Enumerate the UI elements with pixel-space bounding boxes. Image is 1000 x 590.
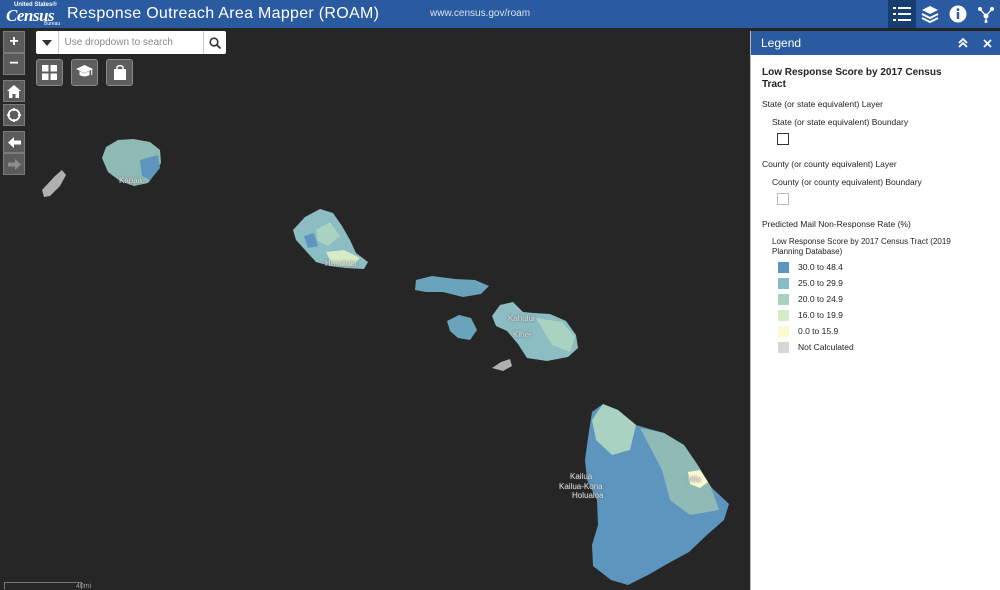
close-icon <box>982 38 992 48</box>
share-icon <box>978 7 994 23</box>
legend-class-label: 16.0 to 19.9 <box>798 310 843 320</box>
legend-class-item: Not Calculated <box>778 341 991 353</box>
legend-class-label: 30.0 to 48.4 <box>798 262 843 272</box>
legend-class-item: 30.0 to 48.4 <box>778 261 991 273</box>
legend-class-item: 0.0 to 15.9 <box>778 325 991 337</box>
shopping-bag-icon <box>113 65 126 80</box>
layers-button[interactable] <box>916 0 944 28</box>
grid-icon <box>42 65 57 80</box>
locate-icon <box>7 108 21 122</box>
label-kahului: Kahului <box>508 314 535 323</box>
label-holualoa: Holualoa <box>572 491 604 500</box>
chevron-down-icon <box>41 39 52 46</box>
legend-class-item: 16.0 to 19.9 <box>778 309 991 321</box>
state-boundary-swatch <box>777 133 789 145</box>
app-url[interactable]: www.census.gov/roam <box>430 8 530 19</box>
legend-panel: Legend Low Response Score by 2017 Census… <box>750 31 1000 590</box>
arrow-left-icon <box>7 136 21 148</box>
legend-layer-county: County (or county equivalent) Layer <box>762 159 897 169</box>
search-icon <box>209 36 222 49</box>
legend-collapse-button[interactable] <box>955 35 971 51</box>
niihau-island <box>42 170 66 197</box>
scale-bar <box>4 582 82 589</box>
legend-class-swatch <box>778 325 789 337</box>
legend-class-item: 20.0 to 24.9 <box>778 293 991 305</box>
shopping-bag-tool-button[interactable] <box>106 59 133 86</box>
molokai-island <box>415 276 489 297</box>
layers-icon <box>921 6 939 23</box>
home-button[interactable] <box>3 80 25 102</box>
scale-bar-label: 40mi <box>76 583 92 590</box>
app-title: Response Outreach Area Mapper (ROAM) <box>67 5 380 22</box>
legend-class-item: 25.0 to 29.9 <box>778 277 991 289</box>
zoom-in-button[interactable]: + <box>3 31 25 53</box>
legend-class-label: 20.0 to 24.9 <box>798 294 843 304</box>
legend-class-swatch <box>778 261 789 273</box>
legend-item-state-boundary: State (or state equivalent) Boundary <box>772 117 909 127</box>
hawaii-map <box>42 139 729 585</box>
legend-title: Low Response Score by 2017 Census Tract <box>762 67 942 90</box>
next-extent-button[interactable] <box>3 153 25 175</box>
home-icon <box>7 84 21 98</box>
census-logo[interactable]: United States® Census Bureau <box>4 1 60 27</box>
search-dropdown-button[interactable] <box>36 31 59 54</box>
share-button[interactable] <box>972 0 1000 28</box>
legend-list-button[interactable] <box>888 0 916 28</box>
legend-class-label: Not Calculated <box>798 342 854 352</box>
legend-class-swatch <box>778 309 789 321</box>
kahoolawe-island <box>492 359 512 371</box>
legend-class-list: 30.0 to 48.4 25.0 to 29.9 20.0 to 24.9 16.0… <box>762 261 991 353</box>
label-kailua: Kailua <box>570 472 593 481</box>
legend-class-swatch <box>778 277 789 289</box>
legend-class-label: 25.0 to 29.9 <box>798 278 843 288</box>
legend-class-label: 0.0 to 15.9 <box>798 326 839 336</box>
legend-close-button[interactable] <box>979 35 995 51</box>
arrow-right-icon <box>7 158 21 170</box>
label-hilo: Hilo <box>687 475 701 484</box>
label-kapaa: Kapaa <box>119 176 143 185</box>
info-button[interactable] <box>944 0 972 28</box>
search-input[interactable] <box>58 31 204 54</box>
county-boundary-swatch <box>777 193 789 205</box>
legend-item-county-boundary: County (or county equivalent) Boundary <box>772 177 922 187</box>
legend-header: Legend <box>751 31 1000 55</box>
legend-header-title: Legend <box>761 36 802 50</box>
search-button[interactable] <box>203 31 226 54</box>
previous-extent-button[interactable] <box>3 131 25 153</box>
label-kailua-kona: Kailua-Kona <box>559 482 603 491</box>
label-honolulu: Honolulu <box>325 259 357 268</box>
education-tool-button[interactable] <box>71 59 98 86</box>
search-widget <box>36 31 226 54</box>
legend-class-swatch <box>778 341 789 353</box>
app-header: United States® Census Bureau Response Ou… <box>0 0 1000 28</box>
zoom-out-button[interactable]: − <box>3 53 25 75</box>
double-chevron-up-icon <box>958 38 968 48</box>
logo-bottom-text: Bureau <box>44 21 61 27</box>
legend-list-icon <box>893 7 911 21</box>
map-view[interactable]: Kapaa Honolulu Kahului Kihei Kailua Kail… <box>0 28 750 590</box>
legend-layer-response-sub: Low Response Score by 2017 Census Tract … <box>772 237 951 256</box>
graduation-cap-icon <box>76 65 93 77</box>
info-icon <box>949 5 967 23</box>
locate-button[interactable] <box>3 104 25 126</box>
legend-layer-state: State (or state equivalent) Layer <box>762 99 883 109</box>
legend-body: Low Response Score by 2017 Census Tract … <box>751 55 1000 353</box>
lanai-island <box>447 315 477 340</box>
basemap-gallery-button[interactable] <box>36 59 63 86</box>
label-kihei: Kihei <box>513 330 531 339</box>
legend-layer-response-rate: Predicted Mail Non-Response Rate (%) <box>762 219 911 229</box>
legend-class-swatch <box>778 293 789 305</box>
